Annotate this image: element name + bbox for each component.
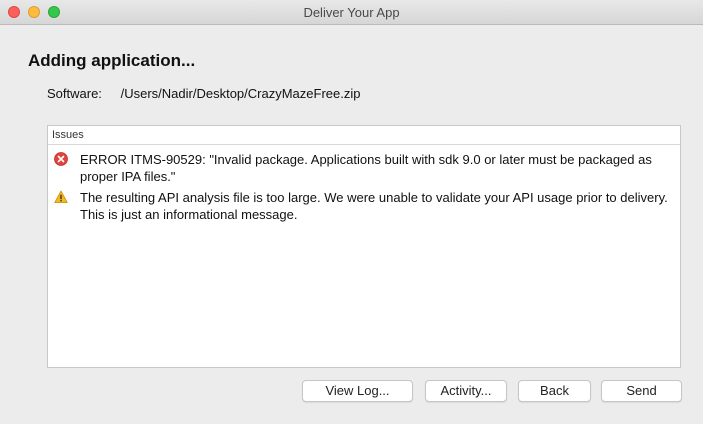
software-path: /Users/Nadir/Desktop/CrazyMazeFree.zip (120, 86, 361, 101)
issues-panel: Issues ERROR ITMS-90529: "Invalid packag… (47, 125, 681, 368)
issue-item-error: ERROR ITMS-90529: "Invalid package. Appl… (54, 151, 669, 187)
warning-icon (54, 190, 68, 203)
view-log-button[interactable]: View Log... (302, 380, 413, 402)
title-bar[interactable]: Deliver Your App (0, 0, 703, 25)
page-title: Adding application... (28, 51, 196, 70)
error-icon (54, 152, 68, 166)
deliver-app-window: Deliver Your App Adding application... S… (0, 0, 703, 424)
software-label: Software: (47, 86, 102, 101)
back-button[interactable]: Back (518, 380, 591, 402)
issue-text: ERROR ITMS-90529: "Invalid package. Appl… (80, 152, 652, 184)
window-title: Deliver Your App (303, 5, 400, 20)
send-button[interactable]: Send (601, 380, 682, 402)
activity-button[interactable]: Activity... (425, 380, 507, 402)
issue-text: The resulting API analysis file is too l… (80, 190, 668, 222)
issues-header: Issues (48, 126, 680, 145)
software-row: Software: /Users/Nadir/Desktop/CrazyMaze… (47, 86, 360, 101)
issue-item-warning: The resulting API analysis file is too l… (54, 189, 669, 225)
